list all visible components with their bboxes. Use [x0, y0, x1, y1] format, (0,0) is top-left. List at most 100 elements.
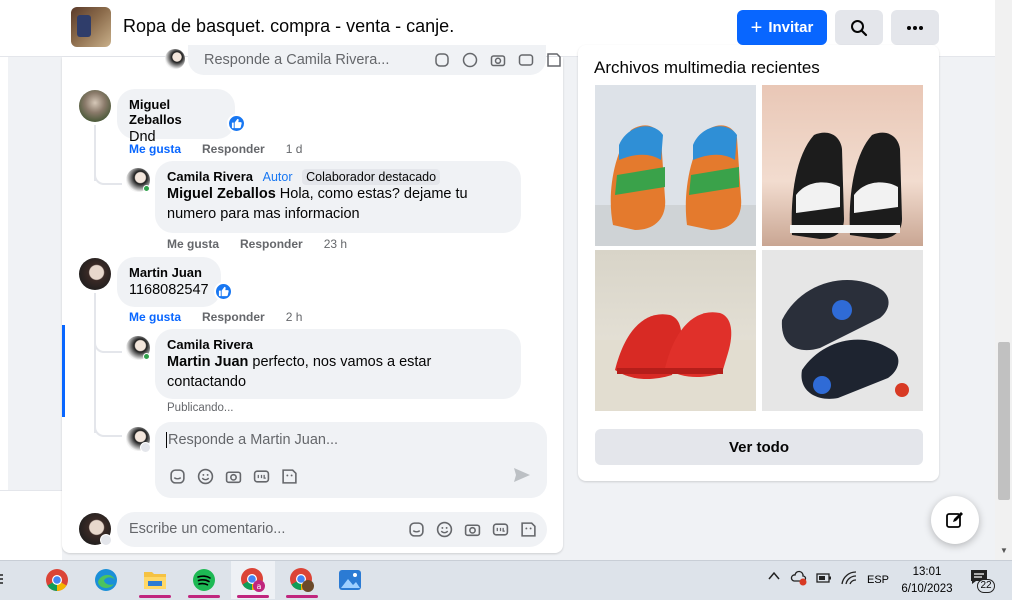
- more-options-button[interactable]: [891, 10, 939, 45]
- like-button[interactable]: Me gusta: [129, 142, 181, 156]
- comment-input[interactable]: Escribe un comentario...: [117, 512, 547, 547]
- camera-icon[interactable]: [224, 467, 242, 485]
- emoji-icon[interactable]: [461, 51, 479, 69]
- comments-panel: Responde a Camila Rivera... Miguel Zebal…: [62, 45, 563, 553]
- cloud-status-icon[interactable]: [790, 570, 808, 589]
- clock-time: 13:01: [912, 566, 942, 578]
- chrome-profile-photo-icon[interactable]: [280, 561, 324, 599]
- like-button[interactable]: Me gusta: [129, 310, 181, 324]
- media-grid: [595, 85, 923, 413]
- avatar-martin[interactable]: [79, 258, 111, 290]
- reply-button[interactable]: Responder: [202, 310, 265, 324]
- clock-date: 6/10/2023: [901, 583, 953, 595]
- sticker-face-icon[interactable]: [433, 51, 451, 69]
- comment-bubble: Miguel Zeballos Dnd: [117, 89, 235, 145]
- more-dots-icon: [907, 25, 923, 30]
- left-background-lower: [0, 490, 62, 560]
- online-status-dot: [143, 353, 150, 360]
- emoji-icon[interactable]: [435, 520, 453, 538]
- thread-connector: [94, 417, 122, 437]
- reply-input-top[interactable]: Responde a Camila Rivera...: [188, 45, 561, 75]
- like-button[interactable]: Me gusta: [167, 237, 219, 251]
- svg-text:a: a: [257, 582, 262, 591]
- reply-button[interactable]: Responder: [240, 237, 303, 251]
- mention-link[interactable]: Miguel Zeballos: [167, 186, 276, 202]
- media-thumbnail[interactable]: [762, 85, 923, 246]
- see-all-button[interactable]: Ver todo: [595, 429, 923, 465]
- reply-input-icons: [168, 467, 298, 485]
- emoji-icon[interactable]: [196, 467, 214, 485]
- chevron-down-icon[interactable]: [100, 534, 112, 546]
- comment-author[interactable]: Miguel Zeballos: [129, 97, 223, 127]
- new-message-button[interactable]: [931, 496, 979, 544]
- edge-icon[interactable]: [84, 561, 128, 599]
- search-icon: [851, 19, 868, 36]
- camera-icon[interactable]: [489, 51, 507, 69]
- reply-author[interactable]: Camila Rivera: [167, 337, 509, 352]
- plus-icon: +: [750, 16, 763, 39]
- media-title: Archivos multimedia recientes: [594, 58, 820, 77]
- comment-input-placeholder: Escribe un comentario...: [129, 521, 286, 537]
- wifi-icon[interactable]: [841, 571, 857, 588]
- reply-bubble: Camila Rivera Autor Colaborador destacad…: [155, 161, 521, 233]
- online-status-dot: [143, 185, 150, 192]
- photos-icon[interactable]: [328, 561, 372, 599]
- avatar-miguel[interactable]: [79, 90, 111, 122]
- file-explorer-icon[interactable]: [133, 561, 177, 599]
- gif-icon[interactable]: [491, 520, 509, 538]
- reply-author[interactable]: Camila Rivera: [167, 169, 253, 184]
- author-tag: Autor: [262, 170, 293, 184]
- show-hidden-icons-chevron[interactable]: [768, 571, 780, 584]
- comment-bubble: Martin Juan 1168082547: [117, 257, 221, 307]
- avatar-sticker-icon[interactable]: [168, 467, 186, 485]
- reply-input[interactable]: Responde a Martin Juan...: [155, 422, 547, 498]
- chrome-icon[interactable]: [35, 561, 79, 599]
- sticker-icon[interactable]: [280, 467, 298, 485]
- group-title[interactable]: Ropa de basquet. compra - venta - canje.: [123, 16, 454, 37]
- send-icon[interactable]: [513, 467, 531, 487]
- chevron-down-icon[interactable]: [140, 442, 151, 453]
- search-button[interactable]: [835, 10, 883, 45]
- comment-author[interactable]: Martin Juan: [129, 265, 209, 280]
- avatar-sticker-icon[interactable]: [407, 520, 425, 538]
- thread-connector: [94, 167, 122, 185]
- windows-taskbar: a ESP 13:01 6/10/2023 22: [0, 560, 1012, 600]
- invite-button[interactable]: + Invitar: [737, 10, 827, 45]
- reply-input-placeholder: Responde a Martin Juan...: [166, 432, 339, 448]
- chrome-profile-a-icon[interactable]: a: [231, 561, 275, 599]
- comment-input-icons: [407, 520, 537, 538]
- comment-timestamp[interactable]: 2 h: [286, 310, 303, 324]
- focus-indicator: [62, 325, 65, 417]
- language-indicator[interactable]: ESP: [867, 574, 889, 586]
- system-clock[interactable]: 13:01 6/10/2023: [896, 564, 958, 598]
- scroll-down-arrow-icon[interactable]: ▼: [1000, 546, 1008, 555]
- notification-count-badge: 22: [977, 579, 995, 593]
- thread-connector: [94, 335, 122, 353]
- battery-icon[interactable]: [816, 571, 832, 588]
- comment-actions: Me gusta Responder 1 d: [129, 142, 302, 156]
- sticker-icon[interactable]: [545, 51, 563, 69]
- reply-button[interactable]: Responder: [202, 142, 265, 156]
- group-cover-thumbnail[interactable]: [71, 7, 111, 47]
- avatar: [165, 49, 185, 69]
- task-view-icon[interactable]: [0, 561, 12, 599]
- top-contributor-badge: Colaborador destacado: [302, 169, 441, 185]
- gif-icon[interactable]: [252, 467, 270, 485]
- camera-icon[interactable]: [463, 520, 481, 538]
- spotify-icon[interactable]: [182, 561, 226, 599]
- reply-timestamp[interactable]: 23 h: [324, 237, 347, 251]
- gif-icon[interactable]: [517, 51, 535, 69]
- comment-timestamp[interactable]: 1 d: [286, 142, 303, 156]
- invite-label: Invitar: [768, 19, 814, 36]
- left-background: [0, 57, 8, 560]
- media-thumbnail[interactable]: [762, 250, 923, 411]
- like-reaction-icon[interactable]: [227, 114, 246, 133]
- mention-link[interactable]: Martin Juan: [167, 354, 248, 370]
- reply-input-top-icons: [433, 51, 563, 69]
- media-thumbnail[interactable]: [595, 250, 756, 411]
- reply-input-top-placeholder: Responde a Camila Rivera...: [204, 52, 390, 68]
- sticker-icon[interactable]: [519, 520, 537, 538]
- like-reaction-icon[interactable]: [214, 282, 233, 301]
- scrollbar-thumb[interactable]: [998, 342, 1010, 500]
- media-thumbnail[interactable]: [595, 85, 756, 246]
